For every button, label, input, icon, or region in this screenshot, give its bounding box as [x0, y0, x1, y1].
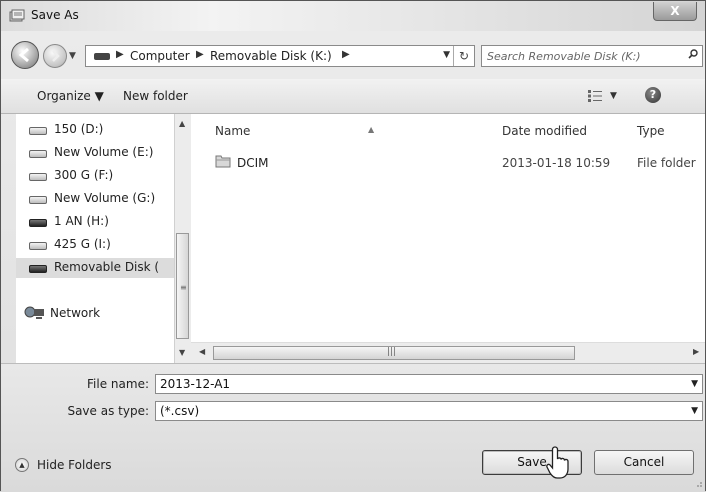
breadcrumb-chevron-icon[interactable]: ▶ — [196, 49, 204, 60]
grip-icon: ≡ — [180, 283, 187, 292]
navigation-pane-scrollbar[interactable]: ▲ ≡ ▼ — [174, 114, 191, 363]
drive-icon — [29, 127, 47, 135]
save-options-panel: File name: ▼ Save as type: (*.csv) ▼ ▲ H… — [1, 363, 705, 492]
save-as-type-value: (*.csv) — [160, 404, 200, 418]
sidebar-item-drive-e[interactable]: New Volume (E:) — [16, 143, 174, 163]
sidebar-item-drive-k[interactable]: Removable Disk ( — [16, 258, 174, 278]
forward-arrow-icon — [52, 50, 60, 62]
sidebar-item-drive-g[interactable]: New Volume (G:) — [16, 189, 174, 209]
scroll-left-icon[interactable]: ◀ — [199, 347, 205, 356]
sidebar-item-label: New Volume (G:) — [54, 191, 156, 205]
help-icon: ? — [649, 88, 657, 101]
sidebar-item-label: 150 (D:) — [54, 122, 104, 136]
save-as-type-label: Save as type: — [67, 404, 149, 418]
file-list: Name ▲ Date modified Type DCIM 2013-01-1… — [191, 114, 705, 342]
view-options-icon[interactable] — [588, 90, 602, 102]
file-name-label: File name: — [87, 377, 149, 391]
breadcrumb-removable-disk[interactable]: Removable Disk (K:) — [210, 49, 332, 63]
refresh-icon: ↻ — [458, 49, 470, 63]
save-as-type-select[interactable]: (*.csv) ▼ — [155, 401, 703, 421]
drive-icon — [29, 196, 47, 204]
cancel-button[interactable]: Cancel — [594, 450, 694, 475]
file-name-combobox[interactable]: ▼ — [155, 374, 703, 394]
sidebar-item-drive-d[interactable]: 150 (D:) — [16, 120, 174, 140]
grip-icon: ||| — [387, 347, 397, 357]
sidebar-item-label: Network — [50, 306, 101, 320]
address-dropdown-icon[interactable]: ▼ — [443, 50, 450, 60]
save-as-icon — [9, 9, 25, 22]
column-header-type[interactable]: Type — [637, 124, 665, 138]
chevron-down-icon[interactable]: ▼ — [691, 379, 698, 389]
navigation-bar: ▼ ▶ Computer ▶ Removable Disk (K:) ▶ ▼ ↻ — [1, 31, 705, 77]
chevron-down-icon[interactable]: ▼ — [691, 406, 698, 416]
sidebar-item-drive-h[interactable]: 1 AN (H:) — [16, 212, 174, 232]
removable-drive-icon — [29, 265, 47, 273]
sidebar-item-drive-f[interactable]: 300 G (F:) — [16, 166, 174, 186]
search-input[interactable] — [487, 47, 672, 65]
drive-icon — [29, 242, 47, 250]
window-title: Save As — [31, 8, 79, 22]
file-list-horizontal-scrollbar[interactable]: ◀ ||| ▶ — [191, 342, 705, 363]
drive-icon — [29, 150, 47, 158]
organize-button[interactable]: Organize ▼ — [37, 89, 104, 103]
search-icon — [688, 49, 698, 59]
command-bar: Organize ▼ New folder ▼ ? — [1, 79, 705, 114]
column-label: Name — [215, 124, 251, 138]
refresh-button[interactable]: ↻ — [453, 46, 474, 66]
new-folder-button[interactable]: New folder — [123, 89, 188, 103]
network-icon — [24, 306, 44, 319]
address-bar[interactable]: ▶ Computer ▶ Removable Disk (K:) ▶ ▼ ↻ — [85, 45, 475, 67]
removable-drive-icon — [29, 219, 47, 227]
scroll-up-icon[interactable]: ▲ — [179, 119, 185, 128]
removable-drive-icon — [94, 53, 110, 60]
close-button[interactable]: X — [653, 2, 697, 21]
help-button[interactable]: ? — [645, 87, 661, 103]
navigation-pane: 150 (D:) New Volume (E:) 300 G (F:) New … — [16, 114, 174, 364]
column-header-name[interactable]: Name ▲ — [215, 124, 374, 138]
sidebar-item-label: 300 G (F:) — [54, 168, 114, 182]
scroll-thumb[interactable]: ≡ — [176, 233, 189, 339]
scroll-thumb[interactable]: ||| — [213, 346, 575, 360]
file-name[interactable]: DCIM — [237, 156, 269, 170]
hide-folders-button[interactable]: ▲ Hide Folders — [15, 456, 135, 476]
mouse-cursor-icon — [546, 446, 569, 479]
collapse-up-icon: ▲ — [15, 458, 29, 472]
hide-folders-label: Hide Folders — [37, 458, 112, 472]
sort-ascending-icon: ▲ — [368, 125, 375, 134]
recent-pages-dropdown-icon[interactable]: ▼ — [69, 51, 76, 61]
back-arrow-icon — [18, 47, 29, 63]
file-type: File folder — [637, 156, 696, 170]
drive-icon — [29, 173, 47, 181]
file-date: 2013-01-18 10:59 — [502, 156, 611, 170]
breadcrumb-computer[interactable]: Computer — [130, 49, 190, 63]
sidebar-item-drive-i[interactable]: 425 G (I:) — [16, 235, 174, 255]
save-as-dialog: Save As X ▼ ▶ Computer ▶ Removable Disk … — [0, 0, 706, 492]
resize-grip-icon[interactable] — [693, 478, 703, 488]
breadcrumb-chevron-icon[interactable]: ▶ — [342, 49, 350, 60]
back-button[interactable] — [11, 41, 39, 69]
sidebar-item-label: Removable Disk ( — [54, 260, 160, 274]
title-bar[interactable]: Save As X — [1, 1, 705, 31]
sidebar-item-network[interactable]: Network — [16, 304, 174, 324]
folder-icon — [215, 155, 231, 168]
sidebar-item-label: New Volume (E:) — [54, 145, 154, 159]
search-box[interactable] — [481, 45, 703, 67]
scroll-down-icon[interactable]: ▼ — [179, 348, 185, 357]
forward-button[interactable] — [43, 44, 67, 68]
view-dropdown-icon[interactable]: ▼ — [610, 91, 617, 101]
column-header-date[interactable]: Date modified — [502, 124, 587, 138]
file-name-field[interactable] — [160, 376, 660, 392]
sidebar-item-label: 1 AN (H:) — [54, 214, 109, 228]
scroll-right-icon[interactable]: ▶ — [693, 347, 699, 356]
breadcrumb-chevron-icon[interactable]: ▶ — [116, 49, 124, 60]
sidebar-item-label: 425 G (I:) — [54, 237, 111, 251]
